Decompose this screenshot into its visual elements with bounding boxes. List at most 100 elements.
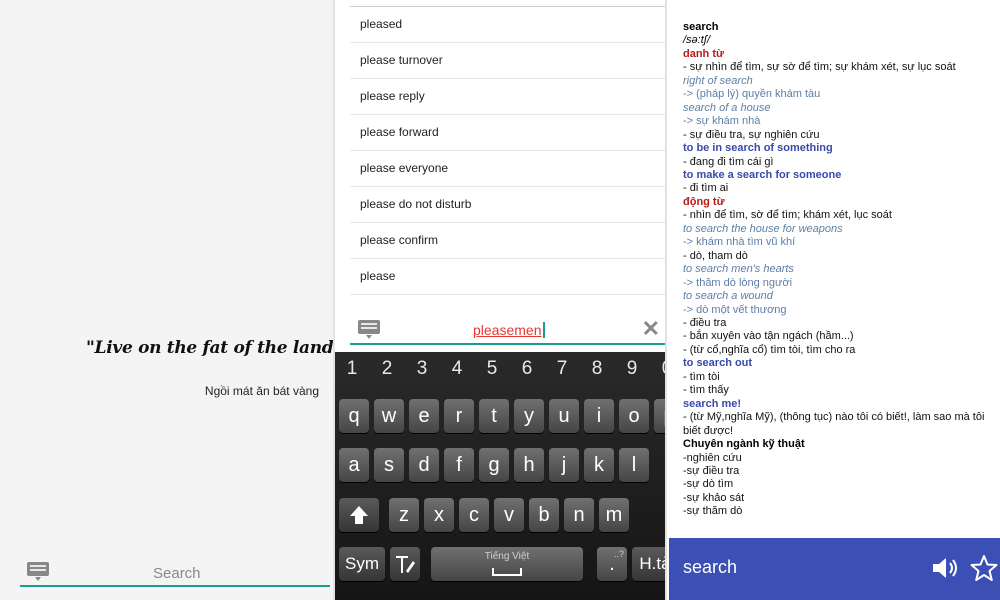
idiom-line: to search out: [683, 357, 753, 370]
example-line: to search men's hearts: [683, 263, 794, 276]
suggestion-item[interactable]: please confirm: [350, 223, 665, 259]
search-input-underline: [350, 343, 665, 345]
idiom-line: to be in search of something: [683, 142, 833, 155]
letter-key[interactable]: l: [619, 448, 649, 482]
number-key[interactable]: 0: [652, 358, 665, 380]
handwriting-key[interactable]: [390, 547, 420, 581]
keyboard-icon[interactable]: [27, 562, 49, 581]
definition-line: - sự nhìn để tìm, sự sờ để tìm; sự khám …: [683, 61, 956, 74]
letter-key[interactable]: q: [339, 399, 369, 433]
letter-key[interactable]: h: [514, 448, 544, 482]
headword: search: [683, 21, 719, 33]
number-key[interactable]: 3: [407, 358, 437, 380]
search-input[interactable]: pleasemen: [473, 322, 545, 338]
space-key[interactable]: Tiếng Việt: [431, 547, 583, 581]
number-key[interactable]: 2: [372, 358, 402, 380]
letter-key[interactable]: k: [584, 448, 614, 482]
keyboard-number-row: 1234567890: [335, 352, 665, 388]
letter-key[interactable]: t: [479, 399, 509, 433]
on-screen-keyboard: 1234567890 qwertyuiop asdfghjkl zxcvbnm …: [335, 352, 665, 600]
letter-key[interactable]: f: [444, 448, 474, 482]
example-translation: -> thăm dò lòng người: [683, 276, 793, 289]
period-key-hint: ..?: [613, 549, 624, 559]
text-cursor: [542, 322, 545, 338]
sym-key[interactable]: Sym: [339, 547, 385, 581]
section-heading: Chuyên ngành kỹ thuật: [683, 438, 805, 451]
letter-key[interactable]: w: [374, 399, 404, 433]
letter-key[interactable]: u: [549, 399, 579, 433]
letter-key[interactable]: p: [654, 399, 665, 433]
number-key[interactable]: 9: [617, 358, 647, 380]
example-line: to search a wound: [683, 290, 773, 303]
definition-line: - đi tìm ai: [683, 182, 729, 195]
number-key[interactable]: 1: [337, 358, 367, 380]
shift-key[interactable]: [339, 498, 379, 532]
period-key[interactable]: ..? .: [597, 547, 627, 581]
letter-key[interactable]: g: [479, 448, 509, 482]
home-screen-panel: "Live on the fat of the land" Ngồi mát ă…: [0, 0, 333, 600]
example-line: to search the house for weapons: [683, 222, 843, 235]
clear-x-icon[interactable]: ✕: [642, 316, 660, 342]
definition-line: - nhìn để tìm, sờ để tìm; khám xét, lục …: [683, 209, 892, 222]
search-field-underline: [20, 585, 330, 587]
letter-key[interactable]: j: [549, 448, 579, 482]
number-key[interactable]: 6: [512, 358, 542, 380]
keyboard-icon[interactable]: [358, 320, 380, 339]
letter-key[interactable]: b: [529, 498, 559, 532]
letter-key[interactable]: n: [564, 498, 594, 532]
definition-line: -nghiên cứu: [683, 451, 742, 464]
letter-key[interactable]: a: [339, 448, 369, 482]
letter-key[interactable]: c: [459, 498, 489, 532]
letter-key[interactable]: m: [599, 498, 629, 532]
number-key[interactable]: 5: [477, 358, 507, 380]
lang-key[interactable]: H.tả: [632, 547, 665, 581]
typing-panel: pleased please turnover please reply please…: [335, 0, 665, 600]
number-key[interactable]: 4: [442, 358, 472, 380]
letter-key[interactable]: x: [424, 498, 454, 532]
suggestion-item[interactable]: please: [350, 259, 665, 295]
example-line: search of a house: [683, 101, 771, 114]
suggestion-item[interactable]: please forward: [350, 115, 665, 151]
letter-key[interactable]: z: [389, 498, 419, 532]
star-icon[interactable]: [970, 554, 998, 582]
letter-key[interactable]: i: [584, 399, 614, 433]
suggestion-item[interactable]: please reply: [350, 79, 665, 115]
definition-line: -sự khảo sát: [683, 491, 745, 504]
suggestion-item[interactable]: pleased: [350, 7, 665, 43]
definition-line: - sự điều tra, sự nghiên cứu: [683, 128, 820, 141]
example-translation: -> sự khám nhà: [683, 115, 761, 128]
idiom-line: search me!: [683, 397, 742, 410]
shift-up-arrow-icon: [350, 506, 368, 524]
speaker-icon[interactable]: [931, 556, 961, 580]
definition-line: -sự dò tìm: [683, 478, 734, 491]
suggestion-item[interactable]: please turnover: [350, 43, 665, 79]
number-key[interactable]: 8: [582, 358, 612, 380]
letter-key[interactable]: e: [409, 399, 439, 433]
example-line: right of search: [683, 74, 753, 87]
suggestion-item[interactable]: please everyone: [350, 151, 665, 187]
letter-key[interactable]: y: [514, 399, 544, 433]
definition-line: -sự điều tra: [683, 464, 740, 477]
letter-key[interactable]: v: [494, 498, 524, 532]
current-word: search: [683, 557, 738, 577]
letter-key[interactable]: o: [619, 399, 649, 433]
definition-line: - dò, tham dò: [683, 249, 748, 262]
letter-key[interactable]: r: [444, 399, 474, 433]
dictionary-panel: search/sə:tʃ/danh từ - sự nhìn để tìm, sự…: [669, 0, 1000, 600]
space-bar-icon: [492, 568, 522, 576]
number-key[interactable]: 7: [547, 358, 577, 380]
letter-key[interactable]: s: [374, 448, 404, 482]
example-translation: -> dò một vết thương: [683, 303, 787, 316]
phonetic: /sə:tʃ/: [683, 34, 711, 47]
definition-line: -sự thăm dò: [683, 505, 743, 518]
suggestion-item[interactable]: please do not disturb: [350, 187, 665, 223]
idiom-line: to make a search for someone: [683, 168, 842, 181]
example-translation: -> khám nhà tìm vũ khí: [683, 236, 796, 249]
quote-of-the-day: "Live on the fat of the land": [86, 338, 333, 358]
definition-line: - tìm thấy: [683, 384, 729, 397]
definition-line: - điều tra: [683, 316, 727, 329]
letter-key[interactable]: d: [409, 448, 439, 482]
definition-line: - (từ cổ,nghĩa cổ) tìm tòi, tìm cho ra: [683, 343, 856, 356]
space-key-language: Tiếng Việt: [484, 551, 530, 562]
search-field[interactable]: Search: [153, 565, 201, 582]
